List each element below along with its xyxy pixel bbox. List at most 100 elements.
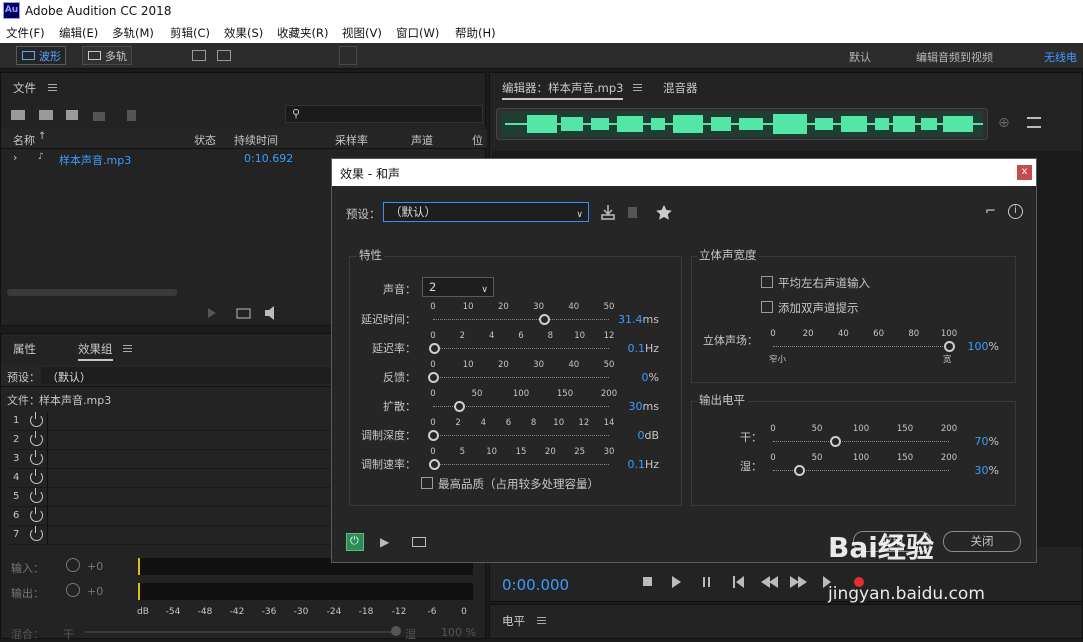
panel-menu-icon[interactable]	[633, 84, 642, 91]
loop-icon[interactable]	[412, 537, 426, 547]
wet-value[interactable]: 30%	[954, 464, 999, 477]
tab-properties[interactable]: 属性	[13, 341, 36, 357]
params-0-track[interactable]	[433, 319, 609, 320]
mix-slider[interactable]	[85, 631, 395, 633]
tick-label: 200	[940, 424, 958, 434]
effect-slot[interactable]: 1	[9, 412, 331, 431]
slot-power-icon[interactable]	[30, 507, 43, 522]
slot-power-icon[interactable]	[30, 469, 43, 484]
menu-help[interactable]: 帮助(H)	[455, 25, 496, 41]
params-4-track[interactable]	[433, 435, 609, 436]
slot-power-icon[interactable]	[30, 488, 43, 503]
tab-level[interactable]: 电平	[502, 613, 525, 629]
menu-window[interactable]: 窗口(W)	[396, 25, 439, 41]
horizontal-scrollbar[interactable]	[7, 289, 177, 296]
menu-file[interactable]: 文件(F)	[6, 25, 45, 41]
params-3-thumb[interactable]	[454, 401, 466, 412]
params-1-thumb[interactable]	[429, 343, 441, 354]
effect-slot[interactable]: 7	[9, 526, 331, 545]
rack-preset-select[interactable]: （默认）	[41, 367, 331, 384]
effect-slot[interactable]: 6	[9, 507, 331, 526]
slot-power-icon[interactable]	[30, 412, 43, 427]
output-gain-knob[interactable]	[66, 583, 80, 597]
menu-view[interactable]: 视图(V)	[342, 25, 382, 41]
workspace-radio[interactable]: 无线电	[1044, 49, 1077, 65]
tab-editor[interactable]: 编辑器：样本声音.mp3	[502, 80, 624, 100]
preview-play-icon[interactable]: ▶	[380, 535, 389, 549]
effect-slot[interactable]: 4	[9, 469, 331, 488]
dry-thumb[interactable]	[829, 436, 841, 447]
tab-effects-rack[interactable]: 效果组	[78, 341, 113, 361]
effect-power-button[interactable]: ⏻	[346, 533, 364, 551]
col-name[interactable]: 名称	[13, 132, 35, 148]
high-quality-checkbox[interactable]	[421, 477, 433, 489]
effect-slot[interactable]: 3	[9, 450, 331, 469]
multitrack-view-button[interactable]: 多轨	[82, 46, 132, 65]
col-bits[interactable]: 位	[472, 132, 483, 148]
col-channels[interactable]: 声道	[411, 132, 433, 148]
effect-slot[interactable]: 5	[9, 488, 331, 507]
workspace-default[interactable]: 默认	[849, 49, 871, 65]
params-1-track[interactable]	[433, 348, 609, 349]
dry-value[interactable]: 70%	[954, 435, 999, 448]
zoom-navigator-icon[interactable]: ⊕	[998, 115, 1010, 131]
tab-files[interactable]: 文件	[13, 80, 36, 96]
delete-preset-icon	[628, 207, 637, 218]
workspace-edit-video[interactable]: 编辑音频到视频	[916, 49, 993, 65]
menu-favorites[interactable]: 收藏夹(R)	[277, 25, 328, 41]
params-5-track[interactable]	[433, 464, 609, 465]
field-track[interactable]	[773, 346, 949, 347]
preset-select[interactable]: （默认） ∨	[383, 202, 589, 222]
params-0-thumb[interactable]	[538, 314, 550, 325]
files-search-input[interactable]: ⚲	[285, 105, 483, 123]
tick-label: 30	[603, 447, 615, 457]
dialog-close-button[interactable]: x	[1017, 165, 1032, 180]
params-3-value[interactable]: 30ms	[614, 400, 659, 413]
track-list-icon[interactable]	[1027, 117, 1041, 128]
menu-clip[interactable]: 剪辑(C)	[170, 25, 210, 41]
col-status[interactable]: 状态	[194, 132, 216, 148]
col-samplerate[interactable]: 采样率	[335, 132, 368, 148]
field-value[interactable]: 100%	[954, 340, 999, 353]
params-2-track[interactable]	[433, 377, 609, 378]
params-4-thumb[interactable]	[428, 430, 439, 441]
info-icon[interactable]: i	[1008, 204, 1023, 219]
params-0-value[interactable]: 31.4ms	[614, 313, 659, 326]
dry-track[interactable]	[773, 441, 949, 442]
col-duration[interactable]: 持续时间	[234, 132, 278, 148]
mix-slider-thumb[interactable]	[391, 626, 401, 636]
waveform-overview[interactable]	[496, 108, 988, 140]
current-time[interactable]: 0:00.000	[502, 576, 569, 594]
slot-power-icon[interactable]	[30, 431, 43, 446]
params-4-value[interactable]: 0dB	[614, 429, 659, 442]
routing-icon[interactable]: ⌐	[985, 204, 996, 219]
menu-multitrack[interactable]: 多轨(M)	[112, 25, 154, 41]
average-lr-checkbox[interactable]	[761, 276, 773, 288]
wet-thumb[interactable]	[794, 465, 806, 476]
params-1-value-number: 0.1	[627, 342, 645, 355]
binaural-checkbox[interactable]	[761, 301, 773, 313]
tab-mixer[interactable]: 混音器	[663, 80, 698, 96]
panel-menu-icon[interactable]	[123, 345, 132, 352]
params-5-value[interactable]: 0.1Hz	[614, 458, 659, 471]
spectral-display-icon[interactable]	[192, 50, 206, 61]
params-1-value[interactable]: 0.1Hz	[614, 342, 659, 355]
dry-slider-row: 0 50 100 150 200 70%	[770, 424, 1059, 450]
pitch-display-icon[interactable]	[217, 50, 231, 61]
expand-chevron-icon[interactable]: ›	[13, 151, 17, 164]
voices-select[interactable]: 2 ∨	[422, 277, 494, 297]
waveform-view-button[interactable]: 波形	[16, 46, 66, 65]
params-5-thumb[interactable]	[428, 459, 440, 470]
panel-menu-icon[interactable]	[48, 84, 57, 91]
menu-effects[interactable]: 效果(S)	[224, 25, 263, 41]
input-gain-knob[interactable]	[66, 558, 80, 572]
menu-edit[interactable]: 编辑(E)	[59, 25, 98, 41]
slot-power-icon[interactable]	[30, 526, 43, 541]
panel-menu-icon[interactable]	[537, 617, 546, 624]
params-2-value[interactable]: 0%	[614, 371, 659, 384]
effect-slot[interactable]: 2	[9, 431, 331, 450]
slot-power-icon[interactable]	[30, 450, 43, 465]
time-selection-tool-button[interactable]	[339, 46, 357, 65]
params-2-thumb[interactable]	[428, 372, 439, 383]
watermark-brand: Bai经验	[828, 531, 934, 564]
